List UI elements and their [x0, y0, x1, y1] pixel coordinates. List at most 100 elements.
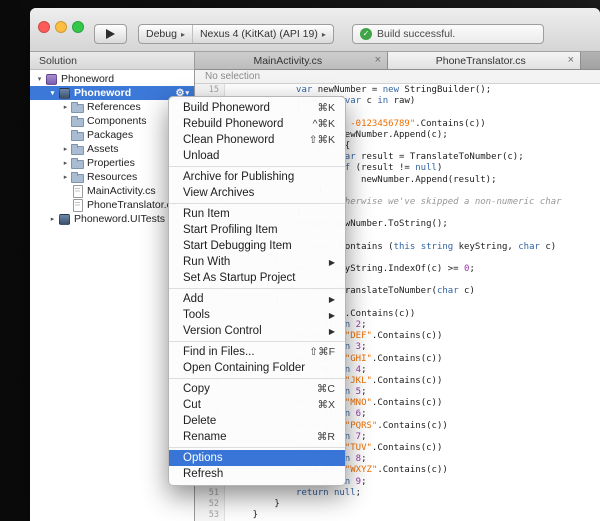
menu-item-cut[interactable]: Cut⌘X: [169, 397, 345, 413]
device-dropdown[interactable]: Nexus 4 (KitKat) (API 19) ▸: [192, 25, 333, 43]
disclosure-closed-icon[interactable]: ▸: [60, 173, 71, 181]
menu-item-run-item[interactable]: Run Item: [169, 206, 345, 222]
menu-item-label: Run With: [183, 256, 230, 268]
submenu-arrow-icon: ▶: [319, 327, 335, 336]
tree-item-solution-phoneword[interactable]: ▾Phoneword: [30, 72, 194, 86]
line-number: 53: [195, 510, 219, 521]
menu-item-label: Copy: [183, 383, 210, 395]
tree-item-label: Packages: [87, 129, 133, 141]
menu-item-tools[interactable]: Tools ▶: [169, 307, 345, 323]
solution-pad-header: Solution: [30, 52, 194, 70]
menu-item-unload[interactable]: Unload: [169, 148, 345, 164]
solution-pad-title: Solution: [39, 55, 77, 67]
menu-item-label: Set As Startup Project: [183, 272, 296, 284]
tab-close-icon[interactable]: ×: [375, 55, 381, 66]
menu-item-label: Start Profiling Item: [183, 224, 278, 236]
build-config-selector: Debug ▸ Nexus 4 (KitKat) (API 19) ▸: [138, 24, 334, 44]
menu-item-version-control[interactable]: Version Control▶: [169, 323, 345, 339]
file-cs-icon: [71, 199, 84, 211]
folder-icon: [71, 143, 84, 155]
menu-item-copy[interactable]: Copy⌘C: [169, 381, 345, 397]
menu-item-clean-phoneword[interactable]: Clean Phoneword⇧⌘K: [169, 132, 345, 148]
line-number: 51: [195, 488, 219, 499]
tab-mainactivity-cs[interactable]: MainActivity.cs×: [195, 52, 388, 69]
tab-close-icon[interactable]: ×: [568, 55, 574, 66]
code-line: var newNumber = new StringBuilder();: [231, 85, 600, 96]
folder-icon: [71, 115, 84, 127]
chevron-right-icon: ▸: [181, 30, 185, 39]
file-cs-icon: [71, 185, 84, 197]
menu-item-start-profiling-item[interactable]: Start Profiling Item: [169, 222, 345, 238]
tab-bar: MainActivity.cs×PhoneTranslator.cs×: [195, 52, 600, 70]
menu-item-build-phoneword[interactable]: Build Phoneword⌘K: [169, 100, 345, 116]
code-line: return null;: [231, 488, 600, 499]
menu-item-label: Unload: [183, 150, 219, 162]
folder-icon: [71, 101, 84, 113]
zoom-button[interactable]: [72, 21, 84, 33]
menu-item-rebuild-phoneword[interactable]: Rebuild Phoneword^⌘K: [169, 116, 345, 132]
menu-separator: [169, 447, 345, 448]
menu-item-view-archives[interactable]: View Archives: [169, 185, 345, 201]
disclosure-closed-icon[interactable]: ▸: [47, 215, 58, 223]
tab-label: MainActivity.cs: [201, 55, 375, 67]
menu-item-label: Open Containing Folder: [183, 362, 305, 374]
menu-item-label: Add: [183, 293, 203, 305]
menu-separator: [169, 203, 345, 204]
menu-item-label: Options: [183, 452, 223, 464]
breadcrumb-text: No selection: [205, 71, 260, 82]
menu-item-label: Start Debugging Item: [183, 240, 292, 252]
menu-separator: [169, 288, 345, 289]
menu-item-start-debugging-item[interactable]: Start Debugging Item: [169, 238, 345, 254]
menu-separator: [169, 378, 345, 379]
folder-icon: [71, 171, 84, 183]
submenu-arrow-icon: ▶: [319, 295, 335, 304]
window-controls: [38, 21, 84, 33]
menu-item-archive-for-publishing[interactable]: Archive for Publishing: [169, 169, 345, 185]
menu-item-set-as-startup-project[interactable]: Set As Startup Project: [169, 270, 345, 286]
tree-item-label: MainActivity.cs: [87, 185, 156, 197]
menu-item-options[interactable]: Options: [169, 450, 345, 466]
disclosure-closed-icon[interactable]: ▸: [60, 145, 71, 153]
close-button[interactable]: [38, 21, 50, 33]
menu-item-shortcut: ⇧⌘F: [299, 346, 335, 358]
disclosure-open-icon[interactable]: ▾: [34, 75, 45, 83]
menu-item-find-in-files[interactable]: Find in Files...⇧⌘F: [169, 344, 345, 360]
menu-item-delete[interactable]: Delete: [169, 413, 345, 429]
desktop-background: Debug ▸ Nexus 4 (KitKat) (API 19) ▸ ✓ Bu…: [0, 0, 600, 521]
breadcrumb-bar[interactable]: No selection: [195, 70, 600, 84]
minimize-button[interactable]: [55, 21, 67, 33]
tree-item-label: References: [87, 101, 141, 113]
folder-icon: [71, 129, 84, 141]
line-number: 52: [195, 499, 219, 510]
run-button[interactable]: [94, 24, 127, 44]
menu-item-refresh[interactable]: Refresh: [169, 466, 345, 482]
tree-item-label: Phoneword.UITests: [74, 213, 165, 225]
code-line: }: [231, 510, 600, 521]
menu-item-run-with[interactable]: Run With▶: [169, 254, 345, 270]
disclosure-open-icon[interactable]: ▾: [47, 89, 58, 97]
configuration-dropdown[interactable]: Debug ▸: [139, 25, 192, 43]
menu-item-add[interactable]: Add ▶: [169, 291, 345, 307]
project-icon: [58, 87, 71, 99]
tab-label: PhoneTranslator.cs: [394, 55, 568, 67]
code-line: }: [231, 499, 600, 510]
status-area: ✓ Build successful.: [352, 24, 544, 44]
submenu-arrow-icon: ▶: [319, 311, 335, 320]
tab-phonetranslator-cs[interactable]: PhoneTranslator.cs×: [388, 52, 581, 69]
disclosure-closed-icon[interactable]: ▸: [60, 103, 71, 111]
menu-item-label: Rebuild Phoneword: [183, 118, 283, 130]
disclosure-closed-icon[interactable]: ▸: [60, 159, 71, 167]
tree-item-label: Assets: [87, 143, 119, 155]
menu-item-label: Archive for Publishing: [183, 171, 294, 183]
menu-item-rename[interactable]: Rename⌘R: [169, 429, 345, 445]
menu-item-label: Tools: [183, 309, 210, 321]
configuration-label: Debug: [146, 28, 177, 40]
menu-item-open-containing-folder[interactable]: Open Containing Folder: [169, 360, 345, 376]
title-bar: Debug ▸ Nexus 4 (KitKat) (API 19) ▸ ✓ Bu…: [30, 8, 600, 52]
play-icon: [106, 29, 115, 39]
menu-item-shortcut: ⇧⌘K: [299, 134, 335, 146]
tree-item-label: Components: [87, 115, 147, 127]
menu-item-label: Delete: [183, 415, 216, 427]
build-success-check-icon: ✓: [360, 28, 372, 40]
xamarin-studio-window: Debug ▸ Nexus 4 (KitKat) (API 19) ▸ ✓ Bu…: [30, 8, 600, 521]
